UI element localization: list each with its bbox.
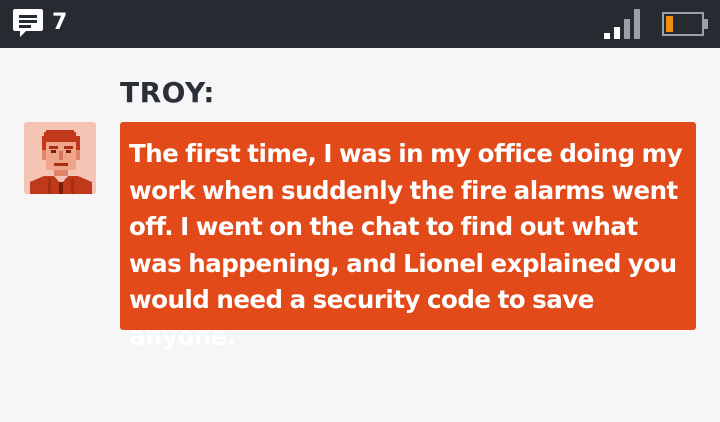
notification-count: 7 [52,10,68,35]
avatar[interactable] [24,122,96,194]
status-bar: 7 [0,0,720,48]
speaker-name: TROY: [120,76,216,109]
message-bubble: The first time, I was in my office doing… [120,122,696,351]
chat-bubble-icon[interactable] [12,7,44,39]
battery-fill [666,16,673,32]
battery-low-icon [662,12,708,36]
troy-portrait-icon [24,122,96,194]
signal-bars-icon [603,8,643,40]
